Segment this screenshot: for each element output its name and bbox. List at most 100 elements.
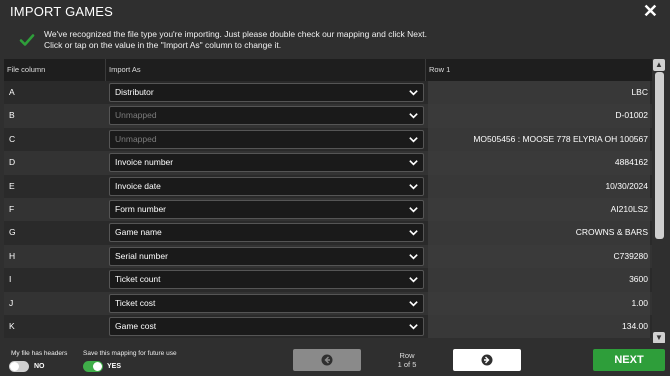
table-body: A Distributor LBC B Unmapped D-01002 C Unmapped… bbox=[4, 81, 652, 339]
chevron-down-icon bbox=[409, 90, 418, 96]
vertical-scrollbar[interactable]: ▲ ▼ bbox=[653, 59, 665, 344]
import-games-dialog: IMPORT GAMES ✕ We've recognized the file… bbox=[0, 0, 670, 376]
notice-line-1: We've recognized the file type you're im… bbox=[44, 29, 427, 39]
row-1-value: D-01002 bbox=[428, 104, 650, 128]
row-1-value: CROWNS & BARS bbox=[428, 221, 650, 245]
import-as-value: Game cost bbox=[115, 320, 157, 331]
file-column-letter: B bbox=[9, 110, 15, 121]
chevron-down-icon bbox=[409, 136, 418, 143]
close-icon[interactable]: ✕ bbox=[643, 1, 658, 22]
toggle-knob bbox=[10, 362, 19, 371]
chevron-down-icon bbox=[409, 253, 418, 260]
import-as-value: Unmapped bbox=[115, 133, 157, 144]
save-mapping-label: Save this mapping for future use bbox=[83, 350, 177, 357]
chevron-down-icon bbox=[409, 277, 418, 283]
table-row: H Serial number C739280 bbox=[4, 244, 652, 269]
chevron-down-icon bbox=[409, 230, 418, 236]
row-position: 1 of 5 bbox=[397, 360, 417, 369]
headers-toggle[interactable] bbox=[9, 361, 29, 372]
chevron-down-icon bbox=[409, 207, 418, 213]
file-column-letter: F bbox=[9, 203, 15, 214]
mapping-table: File column Import As Row 1 A Distributor… bbox=[4, 59, 652, 344]
table-row: D Invoice number 4884162 bbox=[4, 151, 652, 175]
import-as-value: Form number bbox=[115, 203, 167, 214]
import-as-value: Ticket count bbox=[115, 274, 161, 285]
file-column-letter: H bbox=[9, 250, 16, 261]
chevron-down-icon bbox=[409, 160, 418, 166]
chevron-down-icon bbox=[409, 183, 418, 190]
table-row: C Unmapped MO505456 : MOOSE 778 ELYRIA OH … bbox=[4, 127, 652, 152]
file-column-letter: C bbox=[9, 133, 16, 144]
dialog-title: IMPORT GAMES bbox=[10, 4, 114, 19]
row-1-value: 10/30/2024 bbox=[428, 174, 650, 198]
header-row-1: Row 1 bbox=[429, 65, 451, 74]
footer: My file has headers NO Save this mapping… bbox=[0, 343, 670, 376]
next-row-button[interactable] bbox=[453, 349, 521, 371]
import-as-select[interactable]: Game cost bbox=[109, 316, 424, 336]
row-1-value: 134.00 bbox=[428, 314, 650, 339]
headers-option-label: My file has headers bbox=[11, 350, 68, 357]
arrow-right-circle-icon bbox=[481, 354, 493, 366]
import-as-select[interactable]: Unmapped bbox=[109, 106, 424, 126]
file-column-letter: A bbox=[9, 87, 15, 97]
notice-line-2: Click or tap on the value in the "Import… bbox=[44, 40, 282, 50]
row-1-value: 3600 bbox=[428, 268, 650, 292]
row-1-value: MO505456 : MOOSE 778 ELYRIA OH 100567 bbox=[428, 127, 650, 152]
table-row: B Unmapped D-01002 bbox=[4, 104, 652, 128]
row-1-value: 1.00 bbox=[428, 291, 650, 315]
file-column-letter: J bbox=[9, 297, 14, 308]
import-as-select[interactable]: Game name bbox=[109, 223, 424, 243]
table-header: File column Import As Row 1 bbox=[4, 59, 652, 81]
table-row: E Invoice date 10/30/2024 bbox=[4, 174, 652, 198]
import-as-select[interactable]: Form number bbox=[109, 199, 424, 219]
import-as-select[interactable]: Invoice date bbox=[109, 176, 424, 196]
table-row: J Ticket cost 1.00 bbox=[4, 291, 652, 315]
import-as-value: Ticket cost bbox=[115, 297, 156, 308]
import-as-select[interactable]: Invoice number bbox=[109, 153, 424, 173]
row-1-value: AI210LS2 bbox=[428, 197, 650, 222]
import-as-value: Unmapped bbox=[115, 110, 157, 121]
header-file-column: File column bbox=[4, 59, 106, 81]
toggle-knob bbox=[93, 362, 102, 371]
import-as-value: Invoice number bbox=[115, 157, 174, 168]
headers-toggle-text: NO bbox=[34, 363, 45, 370]
previous-row-button[interactable] bbox=[293, 349, 361, 371]
table-row: K Game cost 134.00 bbox=[4, 314, 652, 339]
scrollbar-thumb[interactable] bbox=[655, 72, 664, 239]
row-label: Row bbox=[399, 351, 415, 360]
checkmark-icon bbox=[19, 34, 35, 46]
row-indicator: Row 1 of 5 bbox=[389, 351, 425, 369]
import-as-select[interactable]: Ticket cost bbox=[109, 293, 424, 313]
arrow-left-circle-icon bbox=[321, 354, 333, 366]
file-column-letter: E bbox=[9, 180, 15, 191]
import-as-value: Invoice date bbox=[115, 180, 161, 191]
header-import-as: Import As bbox=[106, 59, 426, 81]
row-1-value: C739280 bbox=[428, 244, 650, 269]
import-as-select[interactable]: Serial number bbox=[109, 246, 424, 266]
file-column-letter: I bbox=[9, 274, 12, 285]
table-row: I Ticket count 3600 bbox=[4, 268, 652, 292]
file-column-letter: G bbox=[9, 227, 16, 238]
chevron-down-icon bbox=[409, 323, 418, 330]
import-as-value: Serial number bbox=[115, 250, 168, 261]
row-1-value: LBC bbox=[428, 81, 650, 105]
import-as-value: Game name bbox=[115, 227, 162, 238]
notice-text: We've recognized the file type you're im… bbox=[44, 29, 427, 51]
save-mapping-toggle[interactable] bbox=[83, 361, 103, 372]
chevron-down-icon bbox=[409, 113, 418, 119]
mapping-notice: We've recognized the file type you're im… bbox=[16, 29, 656, 53]
file-column-letter: K bbox=[9, 320, 15, 331]
table-row: F Form number AI210LS2 bbox=[4, 197, 652, 222]
save-toggle-text: YES bbox=[107, 363, 122, 370]
import-as-value: Distributor bbox=[115, 87, 154, 97]
import-as-select[interactable]: Ticket count bbox=[109, 270, 424, 290]
import-as-select[interactable]: Distributor bbox=[109, 83, 424, 102]
import-as-select[interactable]: Unmapped bbox=[109, 129, 424, 149]
file-column-letter: D bbox=[9, 157, 16, 168]
chevron-down-icon bbox=[409, 300, 418, 307]
scroll-up-icon[interactable]: ▲ bbox=[653, 59, 665, 71]
table-row: G Game name CROWNS & BARS bbox=[4, 221, 652, 245]
next-button[interactable]: NEXT bbox=[593, 349, 665, 371]
table-row: A Distributor LBC bbox=[4, 81, 652, 105]
row-1-value: 4884162 bbox=[428, 151, 650, 175]
